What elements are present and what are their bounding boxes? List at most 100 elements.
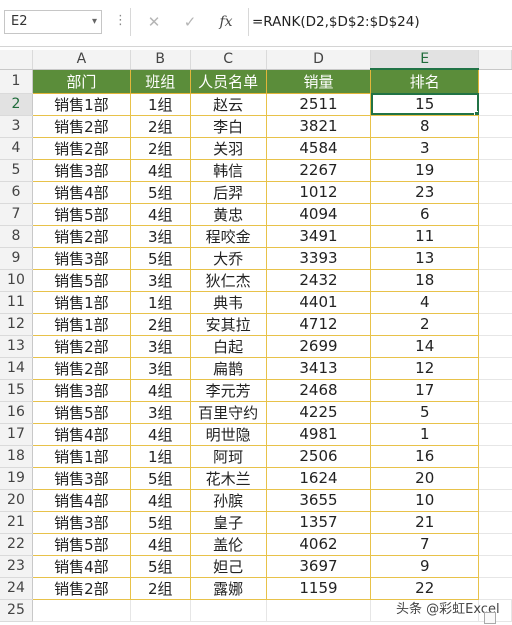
cell-rank[interactable]: 7	[370, 532, 480, 556]
cell-sales[interactable]: 4584	[265, 136, 372, 160]
empty-cell[interactable]	[478, 335, 512, 358]
cell-sales[interactable]: 2699	[265, 334, 372, 358]
cell-department[interactable]: 销售4部	[31, 180, 131, 204]
empty-cell[interactable]	[478, 555, 512, 578]
empty-cell[interactable]	[478, 159, 512, 182]
cell-team[interactable]: 3组	[129, 334, 191, 358]
active-cell[interactable]: 15	[370, 92, 480, 116]
empty-cell[interactable]	[478, 269, 512, 292]
cell-staff[interactable]: 后羿	[189, 180, 267, 204]
empty-cell[interactable]	[478, 203, 512, 226]
cell-department[interactable]: 销售1部	[31, 312, 131, 336]
row-number[interactable]: 17	[0, 423, 33, 446]
cell-staff[interactable]: 狄仁杰	[189, 268, 267, 292]
cell-rank[interactable]: 2	[370, 312, 480, 336]
cell-department[interactable]: 销售2部	[31, 356, 131, 380]
cell-department[interactable]: 销售4部	[31, 422, 131, 446]
cell-department[interactable]: 销售1部	[31, 92, 131, 116]
row-number[interactable]: 21	[0, 511, 33, 534]
cell-sales[interactable]: 4712	[265, 312, 372, 336]
cell-team[interactable]: 1组	[129, 290, 191, 314]
row-number[interactable]: 15	[0, 379, 33, 402]
cell-staff[interactable]: 韩信	[189, 158, 267, 182]
cell-department[interactable]: 销售1部	[31, 290, 131, 314]
cell-staff[interactable]: 明世隐	[189, 422, 267, 446]
select-all-corner[interactable]	[0, 50, 33, 70]
row-number[interactable]: 19	[0, 467, 33, 490]
cancel-button[interactable]: ✕	[140, 10, 168, 34]
header-cell-team[interactable]: 班组	[129, 68, 191, 94]
cell-department[interactable]: 销售2部	[31, 576, 131, 600]
cell-department[interactable]: 销售5部	[31, 268, 131, 292]
name-box[interactable]: E2 ▾	[4, 10, 102, 34]
header-cell-staff[interactable]: 人员名单	[189, 68, 267, 94]
cell-staff[interactable]: 典韦	[189, 290, 267, 314]
row-number[interactable]: 18	[0, 445, 33, 468]
cell-staff[interactable]: 皇子	[189, 510, 267, 534]
column-header-b[interactable]: B	[130, 50, 191, 70]
cell-team[interactable]: 5组	[129, 554, 191, 578]
cell-team[interactable]: 4组	[129, 158, 191, 182]
empty-cell[interactable]	[478, 93, 512, 116]
cell-team[interactable]: 4组	[129, 532, 191, 556]
cell-department[interactable]: 销售2部	[31, 136, 131, 160]
empty-cell[interactable]	[478, 69, 512, 94]
cell-sales[interactable]: 3491	[265, 224, 372, 248]
cell-sales[interactable]: 1357	[265, 510, 372, 534]
cell-sales[interactable]: 2511	[265, 92, 372, 116]
row-number[interactable]: 4	[0, 137, 33, 160]
cell-sales[interactable]: 4401	[265, 290, 372, 314]
empty-cell[interactable]	[478, 357, 512, 380]
cell-staff[interactable]: 露娜	[189, 576, 267, 600]
row-number[interactable]: 20	[0, 489, 33, 512]
cell-staff[interactable]: 孙膑	[189, 488, 267, 512]
empty-cell[interactable]	[478, 511, 512, 534]
column-header-a[interactable]: A	[32, 50, 131, 70]
cell-staff[interactable]: 阿珂	[189, 444, 267, 468]
cell-department[interactable]: 销售3部	[31, 246, 131, 270]
cell-rank[interactable]: 9	[370, 554, 480, 578]
row-number[interactable]: 6	[0, 181, 33, 204]
cell-team[interactable]: 2组	[129, 576, 191, 600]
row-number[interactable]: 16	[0, 401, 33, 424]
row-number[interactable]: 1	[0, 69, 33, 94]
chevron-down-icon[interactable]: ▾	[92, 11, 97, 33]
cell-department[interactable]: 销售5部	[31, 202, 131, 226]
cell-team[interactable]: 2组	[129, 136, 191, 160]
cell-sales[interactable]: 1159	[265, 576, 372, 600]
cell-staff[interactable]: 黄忠	[189, 202, 267, 226]
empty-cell[interactable]	[478, 291, 512, 314]
row-number[interactable]: 14	[0, 357, 33, 380]
cell-sales[interactable]: 2432	[265, 268, 372, 292]
row-number[interactable]: 7	[0, 203, 33, 226]
insert-function-button[interactable]: fx	[212, 10, 240, 34]
row-number[interactable]: 3	[0, 115, 33, 138]
cell-rank[interactable]: 11	[370, 224, 480, 248]
cell-team[interactable]: 5组	[129, 466, 191, 490]
cell-department[interactable]: 销售2部	[31, 114, 131, 138]
cell-sales[interactable]: 2468	[265, 378, 372, 402]
cell-rank[interactable]: 22	[370, 576, 480, 600]
cell-staff[interactable]: 花木兰	[189, 466, 267, 490]
empty-cell[interactable]	[478, 445, 512, 468]
row-number[interactable]: 5	[0, 159, 33, 182]
cell-staff[interactable]: 白起	[189, 334, 267, 358]
empty-cell[interactable]	[478, 401, 512, 424]
empty-cell[interactable]	[32, 599, 131, 622]
cell-rank[interactable]: 17	[370, 378, 480, 402]
cell-sales[interactable]: 4225	[265, 400, 372, 424]
formula-input[interactable]: =RANK(D2,$D$2:$D$24)	[252, 10, 508, 34]
row-number[interactable]: 10	[0, 269, 33, 292]
cell-department[interactable]: 销售3部	[31, 158, 131, 182]
cell-rank[interactable]: 13	[370, 246, 480, 270]
cell-department[interactable]: 销售5部	[31, 532, 131, 556]
spreadsheet-grid[interactable]: A B C D E 1 部门 班组 人员名单 销量 排名 2 销售1部 1组 赵云 25…	[0, 50, 512, 622]
cell-sales[interactable]: 4094	[265, 202, 372, 226]
cell-rank[interactable]: 20	[370, 466, 480, 490]
row-number[interactable]: 11	[0, 291, 33, 314]
row-number[interactable]: 24	[0, 577, 33, 600]
cell-rank[interactable]: 19	[370, 158, 480, 182]
row-number[interactable]: 13	[0, 335, 33, 358]
cell-department[interactable]: 销售5部	[31, 400, 131, 424]
column-header-d[interactable]: D	[266, 50, 372, 70]
